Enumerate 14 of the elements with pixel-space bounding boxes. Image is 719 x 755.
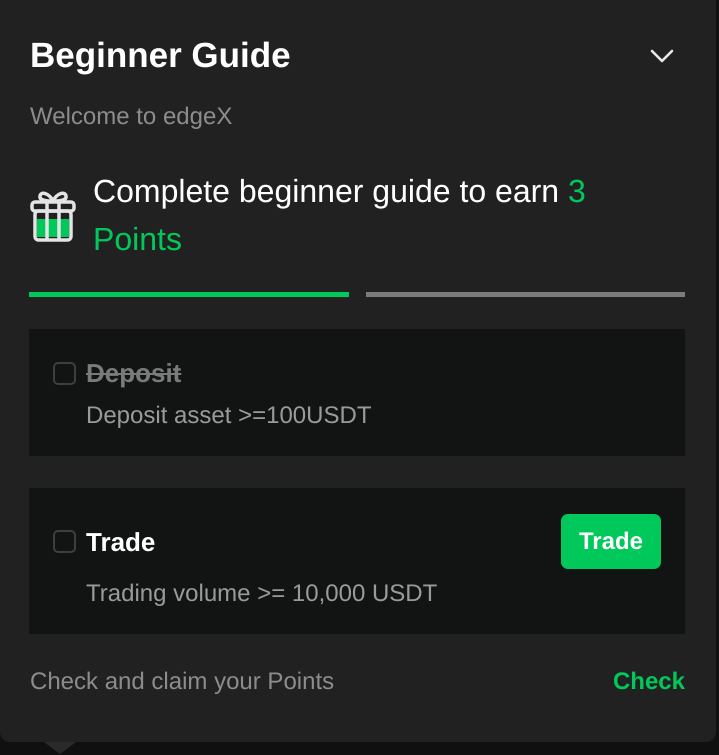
collapse-button[interactable] <box>650 49 674 63</box>
task-description: Deposit asset >=100USDT <box>86 401 372 431</box>
task-description: Trading volume >= 10,000 USDT <box>86 579 438 609</box>
panel-subtitle: Welcome to edgeX <box>30 102 234 132</box>
task-title: Deposit <box>86 357 182 389</box>
task-title: Trade <box>86 526 156 558</box>
chevron-down-icon <box>650 49 674 63</box>
check-link[interactable]: Check <box>612 667 685 697</box>
gift-icon <box>30 188 76 242</box>
reward-text: Complete beginner guide to earn 3 Points <box>93 172 587 259</box>
claim-hint-text: Check and claim your Points <box>30 667 334 697</box>
task-checkbox[interactable] <box>53 362 76 384</box>
task-checkbox[interactable] <box>53 530 76 553</box>
panel-title: Beginner Guide <box>30 35 291 77</box>
